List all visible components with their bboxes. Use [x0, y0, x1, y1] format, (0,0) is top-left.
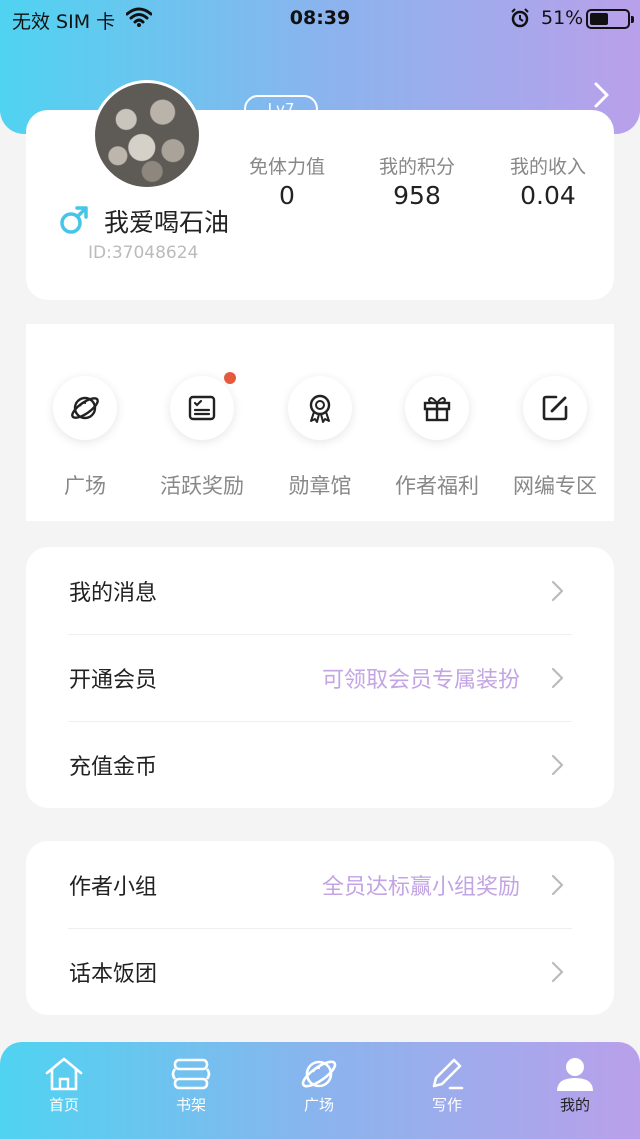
tab-write[interactable]: 写作 — [397, 1056, 497, 1115]
menu-item-hint: 可领取会员专属装扮 — [321, 668, 520, 693]
tab-label: 书架 — [175, 1096, 206, 1114]
tab-square[interactable]: 广场 — [269, 1056, 369, 1115]
quick-link-icon-circle — [288, 376, 352, 440]
quick-link-activity-reward[interactable]: 活跃奖励 — [143, 372, 261, 500]
battery-percent: 51% — [541, 7, 584, 29]
stat-points[interactable]: 我的积分 958 — [352, 152, 482, 210]
user-id: ID:37048624 — [88, 243, 199, 263]
battery-level — [590, 13, 608, 25]
tab-label: 首页 — [48, 1096, 79, 1114]
stat-stamina[interactable]: 免体力值 0 — [222, 152, 352, 210]
tab-bar: 首页 书架 广场 写作 我的 — [0, 1042, 640, 1139]
menu-item-recharge-coins[interactable]: 充值金币 — [26, 721, 614, 808]
quick-link-label: 勋章馆 — [288, 474, 352, 498]
menu-item-label: 我的消息 — [69, 581, 158, 606]
tab-label: 广场 — [303, 1096, 334, 1114]
avatar[interactable] — [92, 80, 202, 190]
chevron-right-icon — [551, 754, 564, 776]
medal-icon — [309, 394, 331, 423]
menu-group-community: 作者小组 全员达标赢小组奖励 话本饭团 — [26, 841, 614, 1015]
quick-link-medal-hall[interactable]: 勋章馆 — [261, 376, 379, 500]
quick-link-icon-circle — [53, 376, 117, 440]
menu-item-hint: 全员达标赢小组奖励 — [321, 875, 520, 900]
checklist-icon — [188, 395, 216, 421]
quick-link-icon-circle — [170, 372, 236, 440]
home-icon — [45, 1057, 83, 1091]
menu-item-author-group[interactable]: 作者小组 全员达标赢小组奖励 — [26, 841, 614, 928]
male-gender-icon — [60, 206, 88, 234]
gift-icon — [423, 397, 451, 422]
chevron-right-icon — [551, 580, 564, 602]
chevron-right-icon — [551, 874, 564, 896]
notification-dot — [224, 372, 236, 384]
planet-icon — [301, 1060, 337, 1088]
stat-value: 958 — [393, 181, 441, 210]
battery-icon — [586, 9, 634, 29]
tab-bookshelf[interactable]: 书架 — [141, 1056, 241, 1115]
quick-link-square[interactable]: 广场 — [26, 376, 144, 500]
stat-label: 我的积分 — [378, 156, 455, 178]
write-icon — [432, 1058, 464, 1090]
chevron-right-icon — [551, 667, 564, 689]
quick-link-icon-circle — [405, 376, 469, 440]
planet-icon — [71, 396, 99, 420]
menu-item-label: 开通会员 — [69, 668, 158, 693]
stat-label: 免体力值 — [248, 156, 325, 178]
menu-item-label: 话本饭团 — [69, 962, 158, 987]
alarm-icon — [511, 8, 529, 28]
level-badge: Lv7 — [244, 95, 318, 123]
stat-label: 我的收入 — [509, 156, 586, 178]
quick-link-label: 广场 — [64, 474, 106, 498]
quick-links-panel: 广场 活跃奖励 勋章馆 作者福利 网编专区 — [26, 324, 614, 521]
stat-value: 0 — [279, 181, 295, 210]
edit-icon — [542, 395, 568, 421]
menu-group-account: 我的消息 开通会员 可领取会员专属装扮 充值金币 — [26, 547, 614, 808]
tab-me[interactable]: 我的 — [525, 1056, 625, 1115]
quick-link-author-benefits[interactable]: 作者福利 — [378, 376, 496, 500]
menu-item-label: 充值金币 — [69, 755, 158, 780]
menu-item-my-messages[interactable]: 我的消息 — [26, 547, 614, 634]
menu-item-label: 作者小组 — [69, 875, 158, 900]
quick-link-label: 网编专区 — [513, 474, 597, 498]
menu-item-fan-club[interactable]: 话本饭团 — [26, 928, 614, 1015]
quick-link-label: 活跃奖励 — [160, 474, 244, 498]
tab-home[interactable]: 首页 — [14, 1056, 114, 1115]
user-icon — [557, 1058, 593, 1091]
quick-link-icon-circle — [523, 376, 587, 440]
tab-label: 我的 — [559, 1096, 590, 1114]
menu-item-open-membership[interactable]: 开通会员 可领取会员专属装扮 — [26, 634, 614, 721]
stat-value: 0.04 — [520, 181, 576, 210]
quick-link-editor-zone[interactable]: 网编专区 — [496, 376, 614, 500]
profile-detail-chevron-icon[interactable] — [588, 78, 616, 112]
chevron-right-icon — [551, 961, 564, 983]
status-bar: 无效 SIM 卡 08:39 51% — [0, 0, 640, 40]
stat-income[interactable]: 我的收入 0.04 — [483, 152, 613, 210]
username: 我爱喝石油 — [104, 208, 230, 237]
quick-link-label: 作者福利 — [395, 474, 479, 498]
tab-label: 写作 — [431, 1096, 462, 1114]
bookshelf-icon — [171, 1058, 211, 1090]
